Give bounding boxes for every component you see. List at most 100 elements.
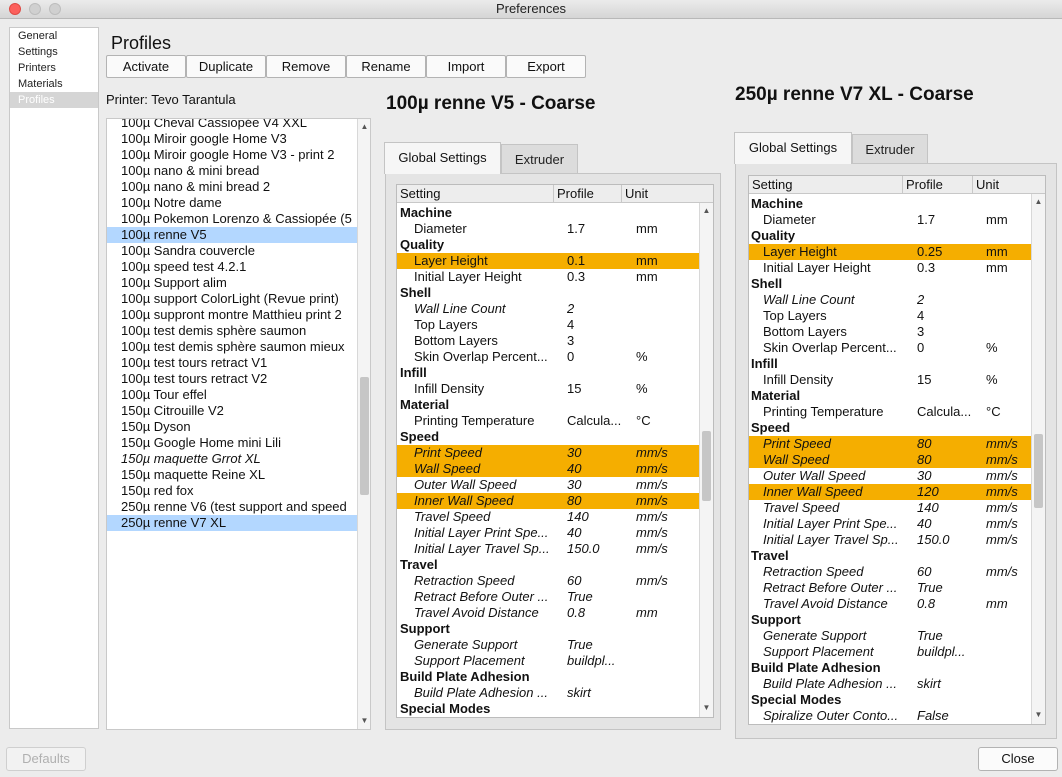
column-profile[interactable]: Profile bbox=[554, 185, 622, 202]
scroll-down-icon[interactable]: ▼ bbox=[358, 716, 370, 726]
profile-list-item[interactable]: 100µ Notre dame bbox=[107, 195, 358, 211]
rename-button[interactable]: Rename bbox=[346, 55, 426, 78]
settings-row: Outer Wall Speed 30 mm/s bbox=[397, 477, 699, 493]
profile-list-item[interactable]: 100µ Tour effel bbox=[107, 387, 358, 403]
settings-category-row: Support bbox=[397, 621, 699, 637]
setting-name: Special Modes bbox=[751, 692, 842, 707]
category-general[interactable]: General bbox=[10, 28, 98, 44]
profile-list-item[interactable]: 100µ nano & mini bread bbox=[107, 163, 358, 179]
duplicate-button[interactable]: Duplicate bbox=[186, 55, 266, 78]
remove-button[interactable]: Remove bbox=[266, 55, 346, 78]
column-setting[interactable]: Setting bbox=[397, 185, 554, 202]
setting-name: Bottom Layers bbox=[763, 324, 847, 339]
column-setting[interactable]: Setting bbox=[749, 176, 903, 193]
profile-list-item[interactable]: 100µ nano & mini bread 2 bbox=[107, 179, 358, 195]
settings-row: Skin Overlap Percent... 0% bbox=[749, 340, 1031, 356]
profile-list-item[interactable]: 250µ renne V6 (test support and speed bbox=[107, 499, 358, 515]
profile-list-item[interactable]: 100µ Miroir google Home V3 - print 2 bbox=[107, 147, 358, 163]
profile-list-item[interactable]: 100µ Support alim bbox=[107, 275, 358, 291]
setting-profile-value: 30 bbox=[917, 468, 932, 483]
setting-profile-value: True bbox=[567, 637, 593, 652]
scroll-up-icon[interactable]: ▲ bbox=[700, 206, 713, 216]
close-button[interactable]: Close bbox=[978, 747, 1058, 771]
profile-list[interactable]: 100µ Cheval Cassiopée V4 XXL 100µ Miroir … bbox=[106, 118, 371, 730]
column-unit[interactable]: Unit bbox=[973, 176, 1043, 193]
scroll-down-icon[interactable]: ▼ bbox=[700, 703, 713, 713]
setting-name: Support bbox=[400, 621, 450, 636]
profile-list-item[interactable]: 100µ test tours retract V1 bbox=[107, 355, 358, 371]
profile-list-item[interactable]: 100µ test demis sphère saumon bbox=[107, 323, 358, 339]
scroll-up-icon[interactable]: ▲ bbox=[358, 122, 370, 132]
profile-list-item[interactable]: 150µ maquette Grrot XL bbox=[107, 451, 358, 467]
right-settings-table: Setting Profile Unit Machine Diameter 1.7 m… bbox=[748, 175, 1046, 725]
category-printers[interactable]: Printers bbox=[10, 60, 98, 76]
profile-list-item[interactable]: 100µ test demis sphère saumon mieux bbox=[107, 339, 358, 355]
scrollbar-thumb[interactable] bbox=[1034, 434, 1043, 508]
profile-list-item[interactable]: 100µ test tours retract V2 bbox=[107, 371, 358, 387]
activate-button[interactable]: Activate bbox=[106, 55, 186, 78]
setting-unit: mm bbox=[636, 221, 658, 236]
left-table-scrollbar[interactable]: ▲ ▼ bbox=[699, 203, 713, 717]
category-materials[interactable]: Materials bbox=[10, 76, 98, 92]
setting-name: Support bbox=[751, 612, 801, 627]
scroll-down-icon[interactable]: ▼ bbox=[1032, 710, 1045, 720]
profile-list-scrollbar[interactable]: ▲ ▼ bbox=[357, 119, 370, 729]
profile-list-item[interactable]: 150µ Citrouille V2 bbox=[107, 403, 358, 419]
profile-list-item[interactable]: 100µ speed test 4.2.1 bbox=[107, 259, 358, 275]
right-tab-global-settings[interactable]: Global Settings bbox=[734, 132, 852, 164]
window-title: Preferences bbox=[495, 1, 567, 16]
column-profile[interactable]: Profile bbox=[903, 176, 973, 193]
scroll-up-icon[interactable]: ▲ bbox=[1032, 197, 1045, 207]
settings-category-row: Shell bbox=[397, 285, 699, 301]
scrollbar-thumb[interactable] bbox=[360, 377, 369, 495]
setting-profile-value: 0.3 bbox=[917, 260, 936, 275]
settings-category-row: Special Modes bbox=[397, 701, 699, 717]
category-profiles[interactable]: Profiles bbox=[10, 92, 98, 108]
setting-profile-value: 150.0 bbox=[917, 532, 950, 547]
setting-name: Travel Avoid Distance bbox=[414, 605, 539, 620]
profile-list-item[interactable]: 150µ Dyson bbox=[107, 419, 358, 435]
import-button[interactable]: Import bbox=[426, 55, 506, 78]
column-unit[interactable]: Unit bbox=[622, 185, 712, 202]
export-button[interactable]: Export bbox=[506, 55, 586, 78]
profile-list-item[interactable]: 100µ Miroir google Home V3 bbox=[107, 131, 358, 147]
right-tab-extruder[interactable]: Extruder bbox=[852, 134, 928, 164]
settings-row: Initial Layer Print Spe... 40 mm/s bbox=[749, 516, 1031, 532]
setting-name: Travel Speed bbox=[763, 500, 840, 515]
left-tab-global-settings[interactable]: Global Settings bbox=[384, 142, 501, 174]
profile-list-item[interactable]: 100µ Sandra couvercle bbox=[107, 243, 358, 259]
setting-profile-value: 1.7 bbox=[567, 221, 586, 236]
left-table-header: Setting Profile Unit bbox=[397, 185, 713, 203]
settings-row: Print Speed 80 mm/s bbox=[749, 436, 1031, 452]
setting-name: Special Modes bbox=[400, 701, 491, 716]
profile-list-item[interactable]: 150µ red fox bbox=[107, 483, 358, 499]
profile-list-item[interactable]: 100µ suppront montre Matthieu print 2 bbox=[107, 307, 358, 323]
profile-list-item[interactable]: 150µ Google Home mini Lili bbox=[107, 435, 358, 451]
setting-name: Diameter bbox=[414, 221, 467, 236]
settings-row: Infill Density 15% bbox=[749, 372, 1031, 388]
setting-unit: mm/s bbox=[636, 445, 668, 460]
profile-list-item[interactable]: 100µ Cheval Cassiopée V4 XXL bbox=[107, 119, 358, 131]
profile-list-item[interactable]: 250µ renne V7 XL bbox=[107, 515, 358, 531]
setting-unit: mm bbox=[986, 260, 1008, 275]
profile-list-item[interactable]: 100µ Pokemon Lorenzo & Cassiopée (5 bbox=[107, 211, 358, 227]
setting-name: Inner Wall Speed bbox=[414, 493, 514, 508]
setting-profile-value: 140 bbox=[567, 509, 589, 524]
settings-row: Wall Speed 40 mm/s bbox=[397, 461, 699, 477]
profile-list-item[interactable]: 100µ renne V5 bbox=[107, 227, 358, 243]
setting-unit: % bbox=[636, 349, 648, 364]
category-settings[interactable]: Settings bbox=[10, 44, 98, 60]
setting-unit: % bbox=[636, 381, 648, 396]
setting-profile-value: 40 bbox=[567, 525, 582, 540]
defaults-button[interactable]: Defaults bbox=[6, 747, 86, 771]
settings-category-row: Material bbox=[397, 397, 699, 413]
right-table-scrollbar[interactable]: ▲ ▼ bbox=[1031, 194, 1045, 724]
setting-unit: mm/s bbox=[986, 436, 1018, 451]
setting-profile-value: 1.7 bbox=[917, 212, 936, 227]
scrollbar-thumb[interactable] bbox=[702, 431, 711, 501]
left-tab-extruder[interactable]: Extruder bbox=[501, 144, 578, 174]
profile-list-item[interactable]: 150µ maquette Reine XL bbox=[107, 467, 358, 483]
settings-row: Bottom Layers 3 bbox=[397, 333, 699, 349]
profile-list-item[interactable]: 100µ support ColorLight (Revue print) bbox=[107, 291, 358, 307]
setting-profile-value: True bbox=[567, 589, 593, 604]
